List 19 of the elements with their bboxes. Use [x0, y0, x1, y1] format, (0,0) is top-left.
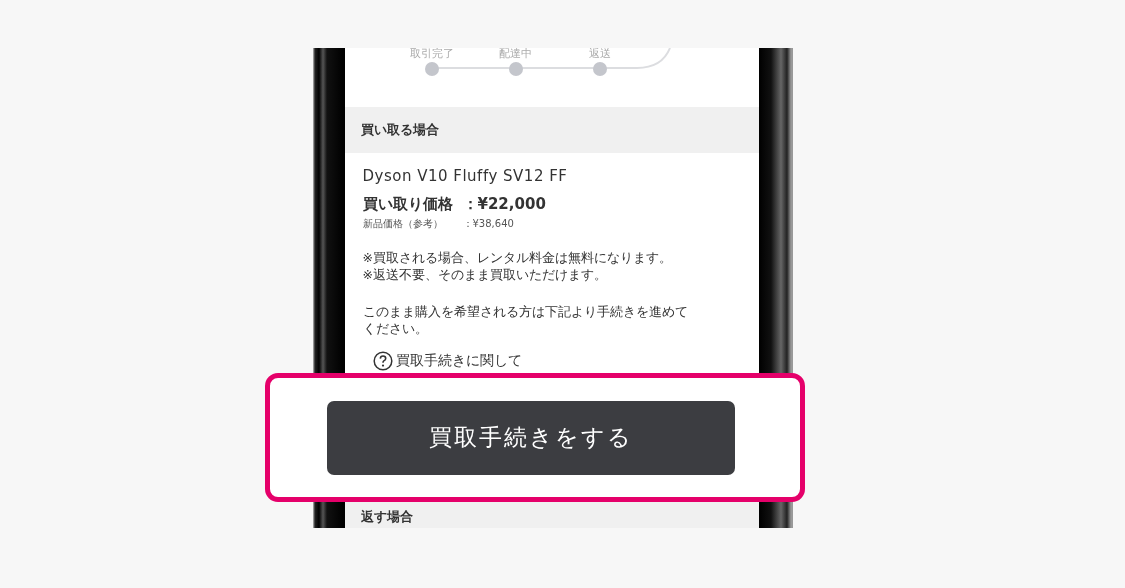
step-dot — [508, 62, 523, 76]
section-title: 買い取る場合 — [360, 121, 439, 139]
help-icon — [372, 351, 393, 371]
step-label: 取引完了 — [409, 48, 454, 60]
step-label: 配達中 — [499, 48, 532, 60]
step-label: 返送 — [588, 48, 611, 60]
step-dot — [592, 62, 607, 76]
instruction-text: このまま購入を希望される方は下記より手続きを進めてください。 — [362, 303, 689, 337]
help-link[interactable]: 買取手続きに関して — [372, 351, 522, 371]
price-label: 買い取り価格 — [362, 195, 454, 214]
note-text: ※買取される場合、レンタル料金は無料になります。 — [362, 249, 673, 266]
section-title: 返す場合 — [360, 508, 413, 526]
price-value: ：¥22,000 — [462, 195, 546, 214]
purchase-button[interactable]: 買取手続きをする — [327, 400, 735, 475]
step-dot — [424, 62, 439, 76]
note-text: ※返送不要、そのまま買取いただけます。 — [362, 266, 608, 283]
retail-price-label: 新品価格（参考） — [362, 217, 444, 231]
product-name: Dyson V10 Fluffy SV12 FF — [362, 167, 569, 187]
retail-price-value: ：¥38,640 — [462, 217, 514, 231]
